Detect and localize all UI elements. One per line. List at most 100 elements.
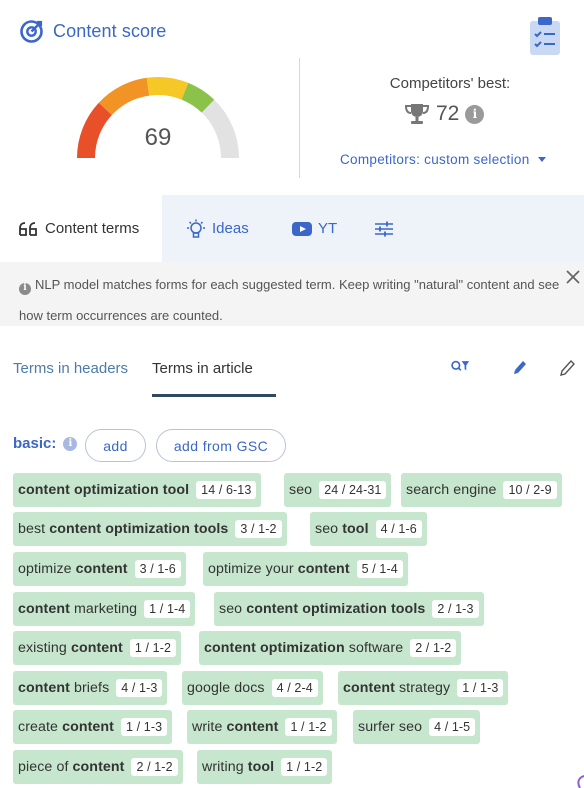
tab-terms-in-headers[interactable]: Terms in headers (13, 360, 128, 377)
term-chip[interactable]: existing content 1 / 1-2 (13, 631, 182, 665)
term-chip[interactable]: google docs 4 / 2-4 (182, 671, 323, 705)
active-tab-indicator (152, 394, 276, 397)
term-chip[interactable]: write content 1 / 1-2 (187, 710, 337, 744)
highlighter-icon[interactable] (510, 358, 530, 376)
term-chip[interactable]: seo 24 / 24-31 (284, 473, 392, 507)
term-text: optimize (18, 561, 76, 577)
tab-ideas[interactable]: Ideas (185, 195, 249, 262)
scroll-indicator (577, 775, 584, 788)
term-text: tool (342, 521, 369, 537)
term-text: content (343, 680, 395, 696)
term-chip[interactable]: piece of content 2 / 1-2 (13, 750, 183, 784)
term-count-badge: 4 / 1-5 (429, 718, 476, 736)
term-text: best (18, 521, 50, 537)
pencil-icon[interactable] (558, 358, 578, 376)
panel-tabs: Content terms Ideas YT (0, 195, 584, 262)
competitors-best-value: 72 i (404, 102, 485, 126)
tab-yt[interactable]: YT (291, 195, 337, 262)
term-text: google docs (187, 680, 265, 696)
info-icon[interactable]: i (63, 436, 78, 451)
term-text: content optimization (204, 640, 345, 656)
term-text: content (75, 561, 128, 577)
term-chip[interactable]: content strategy 1 / 1-3 (338, 671, 509, 705)
term-chip[interactable]: content marketing 1 / 1-4 (13, 592, 196, 626)
term-text: content (62, 719, 115, 735)
info-icon: i (19, 282, 31, 295)
term-count-badge: 10 / 2-9 (503, 481, 557, 499)
term-text: content (70, 640, 123, 656)
chevron-down-icon (537, 157, 546, 162)
tab-yt-label: YT (318, 220, 338, 237)
content-score-title: Content score (19, 19, 166, 44)
term-text: search engine (406, 482, 497, 498)
term-text: existing (18, 640, 71, 656)
term-chip[interactable]: optimize your content 5 / 1-4 (203, 552, 408, 586)
term-chip[interactable]: create content 1 / 1-3 (13, 710, 173, 744)
term-chip[interactable]: search engine 10 / 2-9 (401, 473, 562, 507)
content-score-panel: Content score 69 Competitors' best: 72 i… (0, 0, 584, 195)
term-text: content optimization tools (246, 601, 426, 617)
competitors-selection-label: Competitors: custom selection (340, 152, 530, 167)
search-filter-icon[interactable] (450, 358, 470, 376)
gauge-segment (77, 102, 113, 159)
term-count-badge: 3 / 1-6 (134, 560, 181, 578)
nlp-notice-text: i NLP model matches forms for each sugges… (19, 269, 567, 331)
term-chip[interactable]: content optimization software 2 / 1-2 (199, 631, 462, 665)
gauge-segment (181, 82, 215, 113)
term-text: marketing (69, 601, 138, 617)
add-from-gsc-button[interactable]: add from GSC (156, 429, 286, 462)
term-text: content (18, 680, 70, 696)
term-chip[interactable]: best content optimization tools 3 / 1-2 (13, 512, 287, 546)
term-text: content (18, 601, 70, 617)
term-count-badge: 1 / 1-2 (129, 639, 177, 657)
term-text: content optimization tool (18, 482, 190, 498)
term-chip[interactable]: content briefs 4 / 1-3 (13, 671, 168, 705)
term-text: software (344, 640, 404, 656)
youtube-icon (292, 221, 312, 236)
term-count-badge: 2 / 1-2 (410, 639, 457, 657)
term-text: tool (247, 759, 275, 775)
term-text: seo (315, 521, 343, 537)
tab-content-terms-label: Content terms (45, 220, 140, 237)
term-chip[interactable]: surfer seo 4 / 1-5 (353, 710, 481, 744)
term-count-badge: 2 / 1-3 (432, 600, 479, 618)
nlp-notice: i NLP model matches forms for each sugges… (0, 262, 584, 326)
term-text: piece of (18, 759, 73, 775)
term-count-badge: 1 / 1-4 (144, 600, 191, 618)
term-count-badge: 5 / 1-4 (356, 560, 403, 578)
content-score-label: Content score (53, 21, 167, 41)
basic-label-text: basic: (13, 435, 57, 452)
term-text: seo (219, 601, 247, 617)
term-chip[interactable]: optimize content 3 / 1-6 (13, 552, 186, 586)
score-target-icon (20, 20, 43, 43)
term-chip[interactable]: writing tool 1 / 1-2 (197, 750, 333, 784)
close-icon[interactable] (564, 268, 582, 286)
gauge-segment (98, 77, 150, 116)
term-count-badge: 24 / 24-31 (319, 481, 387, 499)
info-icon[interactable]: i (465, 104, 485, 124)
competitors-selection-dropdown[interactable]: Competitors: custom selection (340, 152, 546, 167)
clipboard-checklist-icon[interactable] (528, 16, 562, 56)
term-text: write (192, 719, 227, 735)
term-count-badge: 4 / 2-4 (271, 679, 318, 697)
sliders-icon (375, 221, 393, 236)
term-text: content optimization tools (49, 521, 229, 537)
tab-terms-in-article[interactable]: Terms in article (152, 360, 253, 377)
term-text: create (18, 719, 63, 735)
term-count-badge: 1 / 1-2 (285, 718, 332, 736)
term-text: optimize your (208, 561, 298, 577)
term-chip[interactable]: seo tool 4 / 1-6 (310, 512, 427, 546)
term-chip[interactable]: seo content optimization tools 2 / 1-3 (214, 592, 484, 626)
competitors-best-number: 72 (436, 102, 460, 125)
term-count-badge: 1 / 1-2 (281, 758, 328, 776)
add-term-button[interactable]: add (85, 429, 146, 462)
term-count-badge: 1 / 1-3 (121, 718, 168, 736)
term-count-badge: 3 / 1-2 (235, 520, 282, 538)
term-text: content (226, 719, 279, 735)
tab-settings[interactable] (373, 195, 395, 262)
term-count-badge: 2 / 1-2 (131, 758, 178, 776)
term-text: strategy (394, 680, 451, 696)
quote-icon (19, 221, 37, 236)
term-chip[interactable]: content optimization tool 14 / 6-13 (13, 473, 262, 507)
tab-content-terms[interactable]: Content terms (0, 195, 162, 262)
